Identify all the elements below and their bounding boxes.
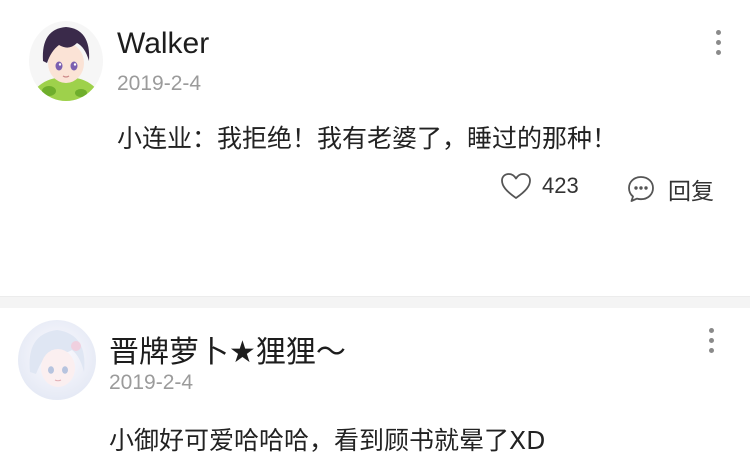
comment-text: 小御好可爱哈哈哈，看到顾书就晕了XD <box>109 426 546 455</box>
username[interactable]: 晋牌萝卜★狸狸～ <box>109 327 346 371</box>
comment-date: 2019-2-4 <box>109 371 194 394</box>
comment-divider <box>0 296 750 308</box>
heart-icon <box>501 173 531 199</box>
like-count: 423 <box>542 173 579 198</box>
comment-item: Walker 2019-2-4 小连业：我拒绝！我有老婆了，睡过的那种！ 423… <box>0 0 750 296</box>
reply-button[interactable]: 回复 <box>626 172 714 206</box>
comment-item: 晋牌萝卜★狸狸～ 2019-2-4 小御好可爱哈哈哈，看到顾书就晕了XD <box>0 308 750 469</box>
comment-bubble-icon <box>628 176 654 202</box>
comment-date: 2019-2-4 <box>117 72 202 95</box>
more-options-icon[interactable] <box>713 30 723 60</box>
user-avatar[interactable] <box>18 320 96 400</box>
like-button[interactable]: 423 <box>500 172 579 200</box>
reply-label: 回复 <box>668 179 714 205</box>
avatar-anime-pastel-icon <box>18 320 96 400</box>
more-options-icon[interactable] <box>706 328 716 358</box>
comment-text: 小连业：我拒绝！我有老婆了，睡过的那种！ <box>117 124 618 153</box>
username[interactable]: Walker <box>117 27 209 61</box>
user-avatar[interactable] <box>29 21 103 101</box>
avatar-anime-boy-icon <box>29 21 103 101</box>
